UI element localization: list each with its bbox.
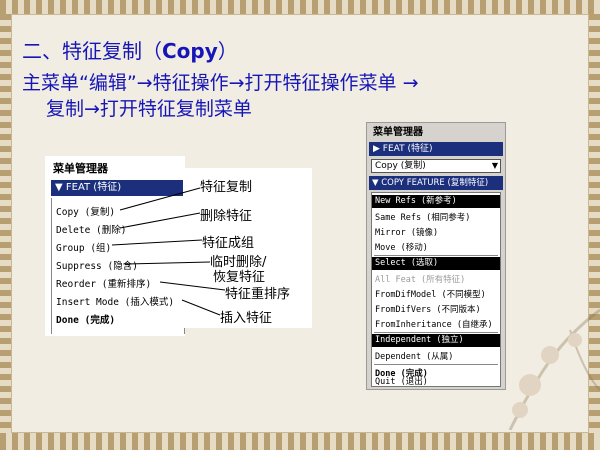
menu-manager-header: 菜单管理器 bbox=[373, 127, 423, 138]
menu-separator bbox=[374, 364, 498, 365]
menu-item-new-refs[interactable]: New Refs (新参考) bbox=[372, 195, 500, 208]
callout-lines bbox=[111, 187, 226, 316]
menu-item-quit[interactable]: Quit (退出) bbox=[375, 375, 428, 387]
callout-line-reorder bbox=[159, 281, 226, 291]
copy-select-value: Copy (复制) bbox=[375, 161, 426, 171]
menu-item-from-dif-vers[interactable]: FromDifVers (不同版本) bbox=[375, 303, 481, 315]
copy-feature-bar[interactable]: ▼ COPY FEATURE (复制特征) bbox=[369, 176, 503, 190]
callout-line-suppress bbox=[124, 261, 211, 265]
menu-separator bbox=[374, 255, 498, 256]
menu-item-all-feat: All Feat (所有特征) bbox=[375, 275, 466, 285]
dropdown-arrow-icon[interactable]: ▼ bbox=[492, 160, 498, 172]
menu-item-from-inheritance[interactable]: FromInheritance (自继承) bbox=[375, 318, 493, 330]
callout-line-group bbox=[111, 239, 203, 246]
menu-item-mirror[interactable]: Mirror (镜像) bbox=[375, 226, 438, 238]
feat-menu-bar[interactable]: ▶ FEAT (特征) bbox=[369, 142, 503, 156]
copy-feature-items: New Refs (新参考) Same Refs (相同参考) Mirror (… bbox=[371, 192, 501, 387]
copy-select[interactable]: Copy (复制) ▼ bbox=[371, 159, 501, 173]
menu-item-from-dif-model[interactable]: FromDifModel (不同模型) bbox=[375, 288, 486, 300]
right-menu-panel: 菜单管理器 ▶ FEAT (特征) Copy (复制) ▼ ▼ COPY FEA… bbox=[366, 122, 506, 390]
menu-item-independent[interactable]: Independent (独立) bbox=[372, 334, 500, 347]
callout-line-delete bbox=[119, 212, 201, 229]
menu-item-dependent[interactable]: Dependent (从属) bbox=[375, 350, 453, 362]
menu-item-select[interactable]: Select (选取) bbox=[372, 257, 500, 270]
menu-item-same-refs[interactable]: Same Refs (相同参考) bbox=[375, 211, 470, 223]
menu-separator bbox=[374, 332, 498, 333]
callout-line-insert bbox=[181, 299, 221, 316]
callout-line-copy bbox=[119, 187, 201, 211]
menu-item-move[interactable]: Move (移动) bbox=[375, 241, 428, 253]
